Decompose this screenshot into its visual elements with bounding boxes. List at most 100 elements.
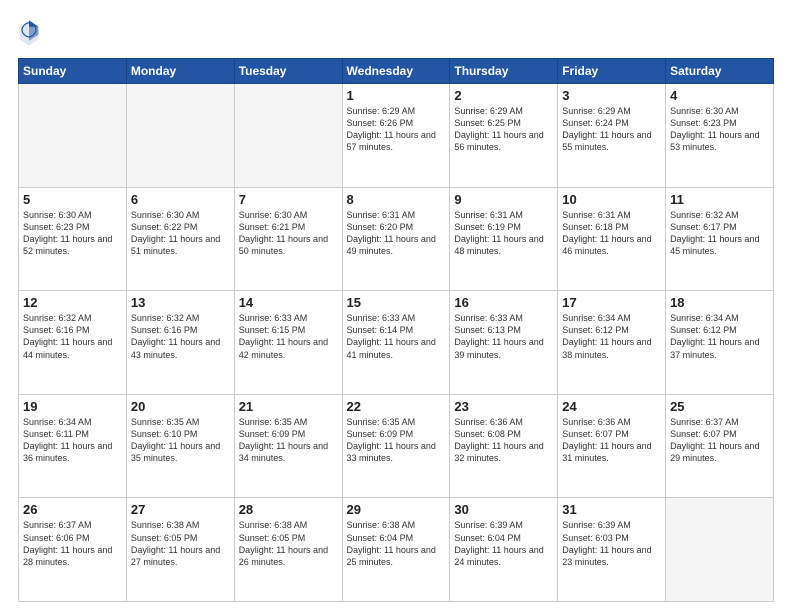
week-row-5: 26 Sunrise: 6:37 AM Sunset: 6:06 PM Dayli… — [19, 498, 774, 602]
cell-info: Sunrise: 6:36 AM Sunset: 6:08 PM Dayligh… — [454, 416, 553, 465]
weekday-header-wednesday: Wednesday — [342, 59, 450, 84]
cell-info: Sunrise: 6:34 AM Sunset: 6:11 PM Dayligh… — [23, 416, 122, 465]
day-number: 26 — [23, 502, 122, 517]
cell-info: Sunrise: 6:38 AM Sunset: 6:05 PM Dayligh… — [131, 519, 230, 568]
day-number: 27 — [131, 502, 230, 517]
calendar-cell: 13 Sunrise: 6:32 AM Sunset: 6:16 PM Dayli… — [126, 291, 234, 395]
day-number: 4 — [670, 88, 769, 103]
calendar-cell: 19 Sunrise: 6:34 AM Sunset: 6:11 PM Dayli… — [19, 394, 127, 498]
calendar-cell: 11 Sunrise: 6:32 AM Sunset: 6:17 PM Dayli… — [666, 187, 774, 291]
cell-info: Sunrise: 6:32 AM Sunset: 6:17 PM Dayligh… — [670, 209, 769, 258]
calendar-cell: 21Sunrise: 6:35 AM Sunset: 6:09 PM Dayli… — [234, 394, 342, 498]
calendar-cell: 6 Sunrise: 6:30 AM Sunset: 6:22 PM Daylig… — [126, 187, 234, 291]
cell-info: Sunrise: 6:39 AM Sunset: 6:03 PM Dayligh… — [562, 519, 661, 568]
cell-info: Sunrise: 6:29 AM Sunset: 6:25 PM Dayligh… — [454, 105, 553, 154]
calendar: SundayMondayTuesdayWednesdayThursdayFrid… — [18, 58, 774, 602]
calendar-cell: 2 Sunrise: 6:29 AM Sunset: 6:25 PM Daylig… — [450, 84, 558, 188]
day-number: 5 — [23, 192, 122, 207]
cell-info: Sunrise: 6:30 AM Sunset: 6:23 PM Dayligh… — [23, 209, 122, 258]
cell-info: Sunrise: 6:29 AM Sunset: 6:24 PM Dayligh… — [562, 105, 661, 154]
cell-info: Sunrise: 6:34 AM Sunset: 6:12 PM Dayligh… — [670, 312, 769, 361]
day-number: 25 — [670, 399, 769, 414]
weekday-header-row: SundayMondayTuesdayWednesdayThursdayFrid… — [19, 59, 774, 84]
cell-info: Sunrise: 6:37 AM Sunset: 6:06 PM Dayligh… — [23, 519, 122, 568]
day-number: 19 — [23, 399, 122, 414]
calendar-cell: 28 Sunrise: 6:38 AM Sunset: 6:05 PM Dayli… — [234, 498, 342, 602]
day-number: 10 — [562, 192, 661, 207]
day-number: 18 — [670, 295, 769, 310]
calendar-cell: 4 Sunrise: 6:30 AM Sunset: 6:23 PM Daylig… — [666, 84, 774, 188]
calendar-cell: 25 Sunrise: 6:37 AM Sunset: 6:07 PM Dayli… — [666, 394, 774, 498]
day-number: 2 — [454, 88, 553, 103]
logo — [18, 18, 44, 48]
calendar-cell: 14Sunrise: 6:33 AM Sunset: 6:15 PM Dayli… — [234, 291, 342, 395]
week-row-2: 5 Sunrise: 6:30 AM Sunset: 6:23 PM Daylig… — [19, 187, 774, 291]
weekday-header-saturday: Saturday — [666, 59, 774, 84]
day-number: 28 — [239, 502, 338, 517]
cell-info: Sunrise: 6:30 AM Sunset: 6:21 PM Dayligh… — [239, 209, 338, 258]
day-number: 20 — [131, 399, 230, 414]
day-number: 15 — [347, 295, 446, 310]
day-number: 12 — [23, 295, 122, 310]
weekday-header-tuesday: Tuesday — [234, 59, 342, 84]
calendar-cell: 20 Sunrise: 6:35 AM Sunset: 6:10 PM Dayli… — [126, 394, 234, 498]
cell-info: Sunrise: 6:35 AM Sunset: 6:10 PM Dayligh… — [131, 416, 230, 465]
cell-info: Sunrise: 6:31 AM Sunset: 6:19 PM Dayligh… — [454, 209, 553, 258]
day-number: 9 — [454, 192, 553, 207]
cell-info: Sunrise: 6:32 AM Sunset: 6:16 PM Dayligh… — [131, 312, 230, 361]
cell-info: Sunrise: 6:32 AM Sunset: 6:16 PM Dayligh… — [23, 312, 122, 361]
day-number: 31 — [562, 502, 661, 517]
day-number: 16 — [454, 295, 553, 310]
calendar-cell: 5 Sunrise: 6:30 AM Sunset: 6:23 PM Daylig… — [19, 187, 127, 291]
calendar-cell: 22Sunrise: 6:35 AM Sunset: 6:09 PM Dayli… — [342, 394, 450, 498]
day-number: 21 — [239, 399, 338, 414]
calendar-cell: 16 Sunrise: 6:33 AM Sunset: 6:13 PM Dayli… — [450, 291, 558, 395]
day-number: 13 — [131, 295, 230, 310]
cell-info: Sunrise: 6:31 AM Sunset: 6:20 PM Dayligh… — [347, 209, 446, 258]
calendar-cell: 26 Sunrise: 6:37 AM Sunset: 6:06 PM Dayli… — [19, 498, 127, 602]
calendar-cell: 10 Sunrise: 6:31 AM Sunset: 6:18 PM Dayli… — [558, 187, 666, 291]
calendar-cell: 9 Sunrise: 6:31 AM Sunset: 6:19 PM Daylig… — [450, 187, 558, 291]
day-number: 30 — [454, 502, 553, 517]
cell-info: Sunrise: 6:30 AM Sunset: 6:23 PM Dayligh… — [670, 105, 769, 154]
cell-info: Sunrise: 6:33 AM Sunset: 6:15 PM Dayligh… — [239, 312, 338, 361]
week-row-4: 19 Sunrise: 6:34 AM Sunset: 6:11 PM Dayli… — [19, 394, 774, 498]
calendar-cell: 30 Sunrise: 6:39 AM Sunset: 6:04 PM Dayli… — [450, 498, 558, 602]
cell-info: Sunrise: 6:31 AM Sunset: 6:18 PM Dayligh… — [562, 209, 661, 258]
cell-info: Sunrise: 6:33 AM Sunset: 6:14 PM Dayligh… — [347, 312, 446, 361]
cell-info: Sunrise: 6:38 AM Sunset: 6:05 PM Dayligh… — [239, 519, 338, 568]
calendar-cell: 23Sunrise: 6:36 AM Sunset: 6:08 PM Dayli… — [450, 394, 558, 498]
day-number: 6 — [131, 192, 230, 207]
weekday-header-friday: Friday — [558, 59, 666, 84]
week-row-3: 12 Sunrise: 6:32 AM Sunset: 6:16 PM Dayli… — [19, 291, 774, 395]
calendar-cell — [19, 84, 127, 188]
calendar-cell: 7 Sunrise: 6:30 AM Sunset: 6:21 PM Daylig… — [234, 187, 342, 291]
day-number: 8 — [347, 192, 446, 207]
cell-info: Sunrise: 6:36 AM Sunset: 6:07 PM Dayligh… — [562, 416, 661, 465]
cell-info: Sunrise: 6:33 AM Sunset: 6:13 PM Dayligh… — [454, 312, 553, 361]
weekday-header-monday: Monday — [126, 59, 234, 84]
day-number: 11 — [670, 192, 769, 207]
day-number: 3 — [562, 88, 661, 103]
calendar-cell: 17Sunrise: 6:34 AM Sunset: 6:12 PM Dayli… — [558, 291, 666, 395]
calendar-cell: 24Sunrise: 6:36 AM Sunset: 6:07 PM Dayli… — [558, 394, 666, 498]
cell-info: Sunrise: 6:39 AM Sunset: 6:04 PM Dayligh… — [454, 519, 553, 568]
calendar-cell — [666, 498, 774, 602]
header — [18, 18, 774, 48]
calendar-cell: 8 Sunrise: 6:31 AM Sunset: 6:20 PM Daylig… — [342, 187, 450, 291]
calendar-header: SundayMondayTuesdayWednesdayThursdayFrid… — [19, 59, 774, 84]
calendar-cell: 12 Sunrise: 6:32 AM Sunset: 6:16 PM Dayli… — [19, 291, 127, 395]
day-number: 29 — [347, 502, 446, 517]
cell-info: Sunrise: 6:37 AM Sunset: 6:07 PM Dayligh… — [670, 416, 769, 465]
calendar-cell: 29Sunrise: 6:38 AM Sunset: 6:04 PM Dayli… — [342, 498, 450, 602]
day-number: 7 — [239, 192, 338, 207]
calendar-cell: 27 Sunrise: 6:38 AM Sunset: 6:05 PM Dayli… — [126, 498, 234, 602]
day-number: 1 — [347, 88, 446, 103]
page: SundayMondayTuesdayWednesdayThursdayFrid… — [0, 0, 792, 612]
calendar-cell: 18 Sunrise: 6:34 AM Sunset: 6:12 PM Dayli… — [666, 291, 774, 395]
calendar-body: 1Sunrise: 6:29 AM Sunset: 6:26 PM Daylig… — [19, 84, 774, 602]
weekday-header-sunday: Sunday — [19, 59, 127, 84]
cell-info: Sunrise: 6:35 AM Sunset: 6:09 PM Dayligh… — [347, 416, 446, 465]
cell-info: Sunrise: 6:30 AM Sunset: 6:22 PM Dayligh… — [131, 209, 230, 258]
weekday-header-thursday: Thursday — [450, 59, 558, 84]
